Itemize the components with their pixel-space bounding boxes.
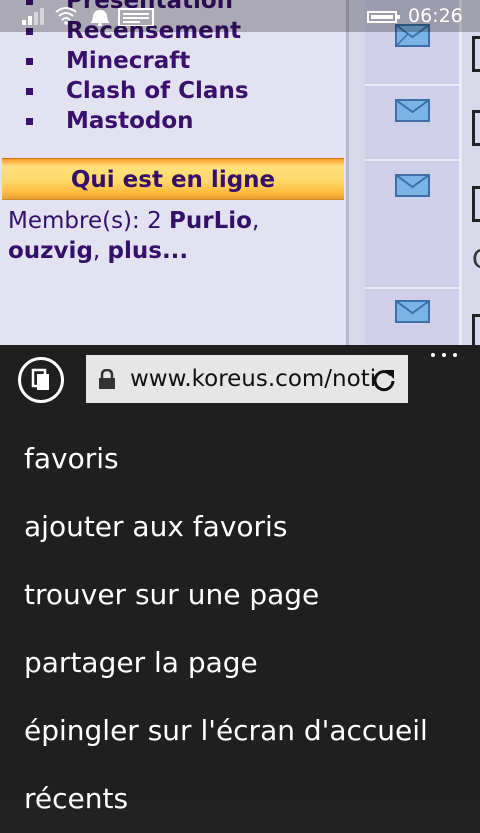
member-link-purlio[interactable]: PurLio [169, 208, 252, 234]
truncated-text: C [472, 245, 480, 275]
bullet-icon [26, 118, 33, 125]
menu-item-favoris[interactable]: favoris [0, 425, 480, 493]
refresh-icon[interactable] [371, 367, 397, 393]
envelope-icon[interactable] [395, 300, 430, 323]
wifi-icon [55, 7, 77, 25]
notification-bell-icon [90, 10, 110, 26]
online-heading-banner: Qui est en ligne [2, 158, 344, 200]
envelope-icon[interactable] [395, 174, 430, 197]
nav-link-clash-of-clans[interactable]: Clash of Clans [0, 76, 249, 106]
address-bar[interactable]: www.koreus.com/noti [86, 355, 408, 403]
menu-item-partager-la-page[interactable]: partager la page [0, 629, 480, 697]
menu-item-recents[interactable]: récents [0, 765, 480, 833]
bullet-icon [26, 88, 33, 95]
messages-column: C [365, 0, 480, 345]
menu-item-ajouter-aux-favoris[interactable]: ajouter aux favoris [0, 493, 480, 561]
tabs-icon [31, 368, 49, 390]
message-cell [365, 289, 462, 345]
more-members-link[interactable]: plus... [108, 238, 189, 264]
more-options-icon[interactable] [431, 351, 461, 359]
checkbox-edge[interactable] [472, 314, 480, 345]
left-sidebar: Présentation Recensement Minecraft Clash… [0, 0, 349, 345]
menu-item-epingler[interactable]: épingler sur l'écran d'accueil [0, 697, 480, 765]
member-separator: , [92, 238, 108, 264]
signal-icon [22, 8, 44, 25]
checkbox-edge[interactable] [472, 186, 480, 222]
member-separator: , [251, 208, 260, 234]
bullet-icon [26, 58, 33, 65]
status-bar: 06:26 [0, 0, 480, 32]
menu-item-trouver-sur-une-page[interactable]: trouver sur une page [0, 561, 480, 629]
browser-menu: www.koreus.com/noti favoris ajouter aux … [0, 345, 480, 815]
checkbox-edge[interactable] [472, 36, 480, 72]
web-page-content: Présentation Recensement Minecraft Clash… [0, 0, 480, 345]
message-cell [365, 161, 462, 289]
online-heading: Qui est en ligne [70, 167, 276, 193]
message-cell [365, 86, 462, 161]
nav-link-minecraft[interactable]: Minecraft [0, 46, 249, 76]
checkbox-edge[interactable] [472, 110, 480, 146]
nav-link-mastodon[interactable]: Mastodon [0, 106, 249, 136]
lock-icon [99, 369, 115, 389]
envelope-icon[interactable] [395, 99, 430, 122]
battery-icon [367, 11, 400, 23]
tabs-button[interactable] [18, 357, 64, 403]
members-count-label: Membre(s): 2 [8, 208, 170, 234]
url-text[interactable]: www.koreus.com/noti [130, 355, 375, 403]
status-icons [22, 7, 154, 26]
clock: 06:26 [408, 5, 463, 27]
members-online: Membre(s): 2 PurLio, ouzvig, plus... [8, 206, 338, 266]
menu-item-list: favoris ajouter aux favoris trouver sur … [0, 425, 480, 833]
message-icon [118, 8, 154, 26]
member-link-ouzvig[interactable]: ouzvig [8, 238, 93, 264]
